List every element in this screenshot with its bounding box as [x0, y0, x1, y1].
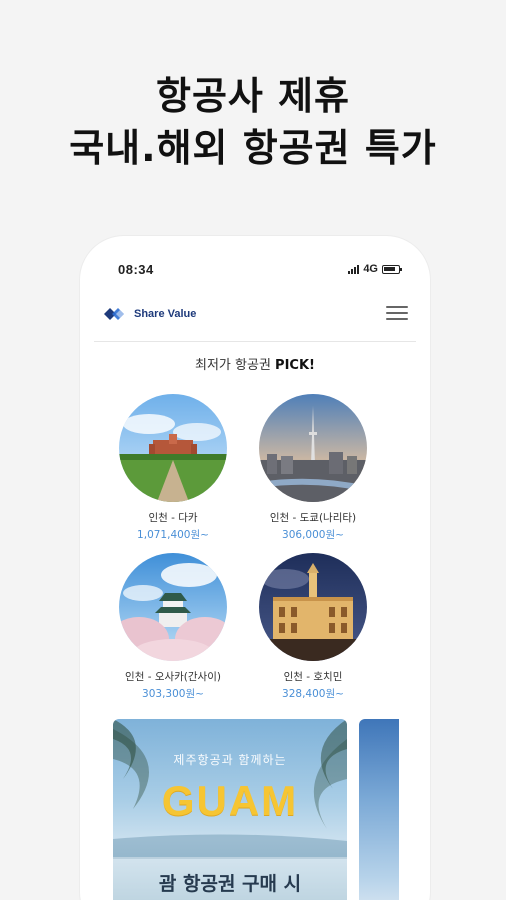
section-title: 최저가 항공권 PICK!: [80, 354, 430, 373]
destination-name: 인천 - 다카: [148, 512, 198, 524]
destination-card-hochiminh[interactable]: 인천 - 호치민 328,400원~: [248, 553, 378, 701]
signal-icon: [348, 264, 360, 274]
destination-card-tokyo[interactable]: 인천 - 도쿄(나리타) 306,000원~: [248, 394, 378, 542]
destination-name: 인천 - 오사카(간사이): [125, 671, 221, 683]
share-value-logo-icon: [104, 308, 124, 320]
destination-price: 328,400원~: [282, 688, 344, 700]
app-header: Share Value: [94, 296, 416, 342]
banner-bottom-text: 괌 항공권 구매 시: [158, 873, 302, 895]
headline-line-1: 항공사 제휴: [155, 74, 351, 118]
destination-image-tokyo: [259, 394, 367, 502]
destination-price: 303,300원~: [142, 688, 204, 700]
section-title-bold: PICK!: [275, 358, 315, 373]
destination-image-hochiminh: [259, 553, 367, 661]
brand-name: Share Value: [134, 308, 197, 320]
hamburger-menu-icon[interactable]: [386, 306, 408, 322]
banner-subtitle: 제주항공과 함께하는: [173, 753, 287, 767]
banner-title: GUAM: [161, 777, 299, 824]
network-type: 4G: [363, 263, 378, 275]
destination-image-dhaka: [119, 394, 227, 502]
destination-name: 인천 - 도쿄(나리타): [269, 512, 357, 524]
destination-name: 인천 - 호치민: [283, 671, 343, 683]
headline-line-2: 국내.해외 항공권 특가: [69, 126, 437, 170]
phone-frame: 08:34 4G Share Value 최저가 항공권 PICK! 인천 - …: [80, 236, 430, 900]
promo-headline: 항공사 제휴 국내.해외 항공권 특가: [0, 70, 506, 174]
guam-promo-banner[interactable]: 제주항공과 함께하는 GUAM 괌 항공권 구매 시: [113, 719, 347, 900]
destination-card-osaka[interactable]: 인천 - 오사카(간사이) 303,300원~: [108, 553, 238, 701]
status-indicators: 4G: [348, 263, 402, 275]
status-time: 08:34: [118, 262, 154, 277]
status-bar: 08:34 4G: [80, 262, 430, 282]
brand-logo[interactable]: Share Value: [102, 305, 196, 323]
next-promo-banner-peek[interactable]: [359, 719, 399, 900]
destination-price: 1,071,400원~: [137, 529, 209, 541]
destination-card-dhaka[interactable]: 인천 - 다카 1,071,400원~: [108, 394, 238, 542]
section-title-prefix: 최저가 항공권: [195, 358, 276, 373]
battery-icon: [382, 264, 402, 274]
destination-image-osaka: [119, 553, 227, 661]
destination-price: 306,000원~: [282, 529, 344, 541]
